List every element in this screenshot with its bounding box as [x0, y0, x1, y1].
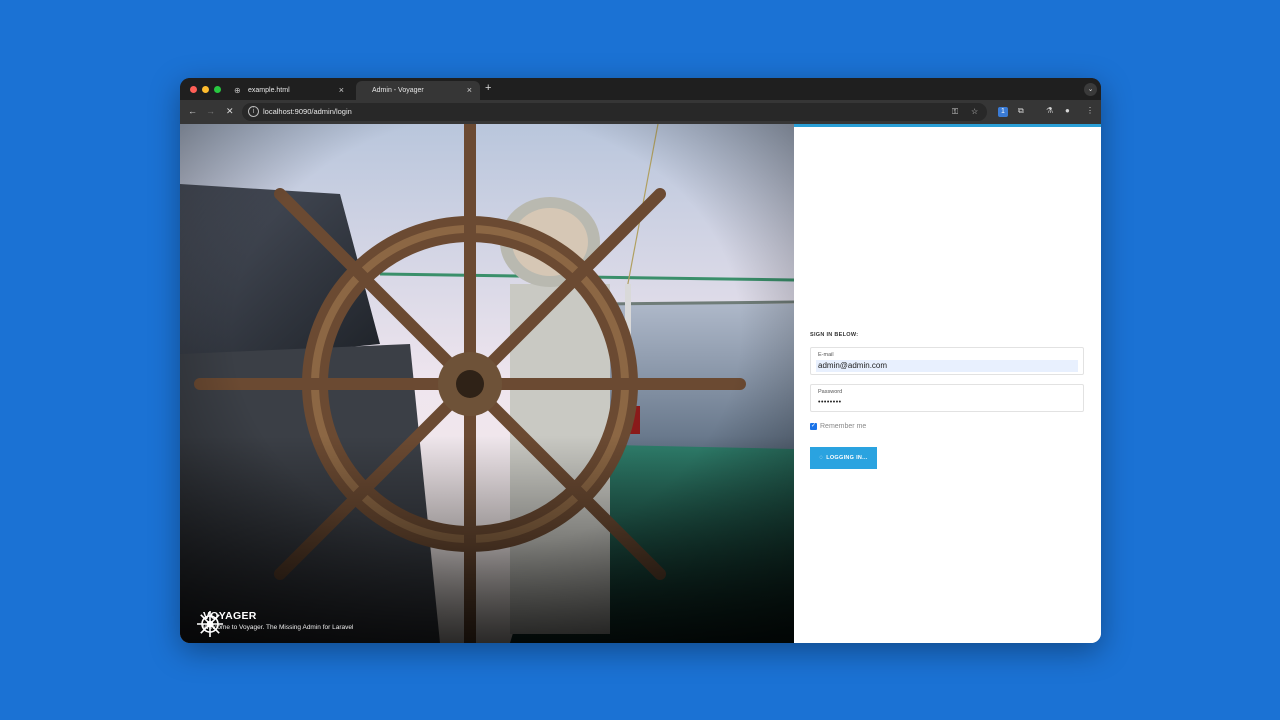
stop-loading-icon[interactable]: ✕: [226, 106, 234, 117]
login-button-label: LOGGING IN...: [826, 455, 868, 461]
browser-window: ⊕ example.html × Admin - Voyager × + ⌄ ←…: [180, 78, 1101, 643]
address-bar[interactable]: i localhost:9090/admin/login ⚿ ☆: [242, 103, 987, 121]
login-button[interactable]: ◌ LOGGING IN...: [810, 447, 877, 469]
window-controls: [190, 86, 221, 93]
password-label: Password: [818, 389, 843, 395]
password-field[interactable]: Password ••••••••: [810, 384, 1084, 412]
password-key-icon[interactable]: ⚿: [952, 107, 958, 117]
brand-block: VOYAGER Welcome to Voyager. The Missing …: [196, 610, 354, 637]
browser-toolbar: ← → ✕ i localhost:9090/admin/login ⚿ ☆ 1…: [180, 100, 1101, 124]
globe-icon: ⊕: [234, 85, 241, 95]
hero-image: VOYAGER Welcome to Voyager. The Missing …: [180, 124, 794, 643]
remember-label: Remember me: [820, 423, 867, 430]
site-info-icon[interactable]: i: [248, 106, 259, 117]
sign-in-heading: SIGN IN BELOW:: [810, 332, 859, 338]
tab-admin-voyager[interactable]: Admin - Voyager ×: [356, 81, 480, 100]
login-panel: SIGN IN BELOW: E-mail admin@admin.com Pa…: [794, 124, 1101, 643]
labs-flask-icon[interactable]: ⚗: [1046, 106, 1053, 115]
remember-me[interactable]: ✓ Remember me: [810, 423, 866, 430]
close-tab-icon[interactable]: ×: [467, 85, 472, 95]
ship-wheel-photo: [180, 124, 794, 643]
spinner-icon: ◌: [819, 455, 824, 461]
tab-example-html[interactable]: ⊕ example.html ×: [226, 81, 352, 100]
menu-kebab-icon[interactable]: ⋮: [1086, 106, 1094, 115]
bookmark-star-icon[interactable]: ☆: [971, 107, 978, 116]
tab-search-chevron-icon[interactable]: ⌄: [1084, 83, 1097, 96]
brand-subtitle: Welcome to Voyager. The Missing Admin fo…: [203, 624, 354, 631]
url-text: localhost:9090/admin/login: [263, 107, 352, 116]
back-arrow-icon[interactable]: ←: [188, 106, 197, 116]
ship-wheel-logo-icon: [197, 611, 223, 637]
profile-icon[interactable]: ●: [1065, 106, 1070, 115]
extension-icon[interactable]: 1: [998, 107, 1008, 117]
close-window-button[interactable]: [190, 86, 197, 93]
maximize-window-button[interactable]: [214, 86, 221, 93]
extensions-puzzle-icon[interactable]: ⧉: [1018, 106, 1024, 116]
tab-strip: ⊕ example.html × Admin - Voyager × + ⌄: [180, 78, 1101, 100]
email-input[interactable]: admin@admin.com: [816, 360, 1078, 372]
tab-label: Admin - Voyager: [372, 87, 424, 94]
close-tab-icon[interactable]: ×: [339, 85, 344, 95]
password-input[interactable]: ••••••••: [816, 397, 1078, 409]
email-field[interactable]: E-mail admin@admin.com: [810, 347, 1084, 375]
remember-checkbox[interactable]: ✓: [810, 423, 817, 430]
forward-arrow-icon[interactable]: →: [206, 106, 215, 116]
minimize-window-button[interactable]: [202, 86, 209, 93]
tab-label: example.html: [248, 87, 290, 94]
new-tab-button[interactable]: +: [485, 82, 491, 94]
email-label: E-mail: [818, 352, 834, 358]
page-content: VOYAGER Welcome to Voyager. The Missing …: [180, 124, 1101, 643]
brand-title: VOYAGER: [203, 610, 257, 622]
